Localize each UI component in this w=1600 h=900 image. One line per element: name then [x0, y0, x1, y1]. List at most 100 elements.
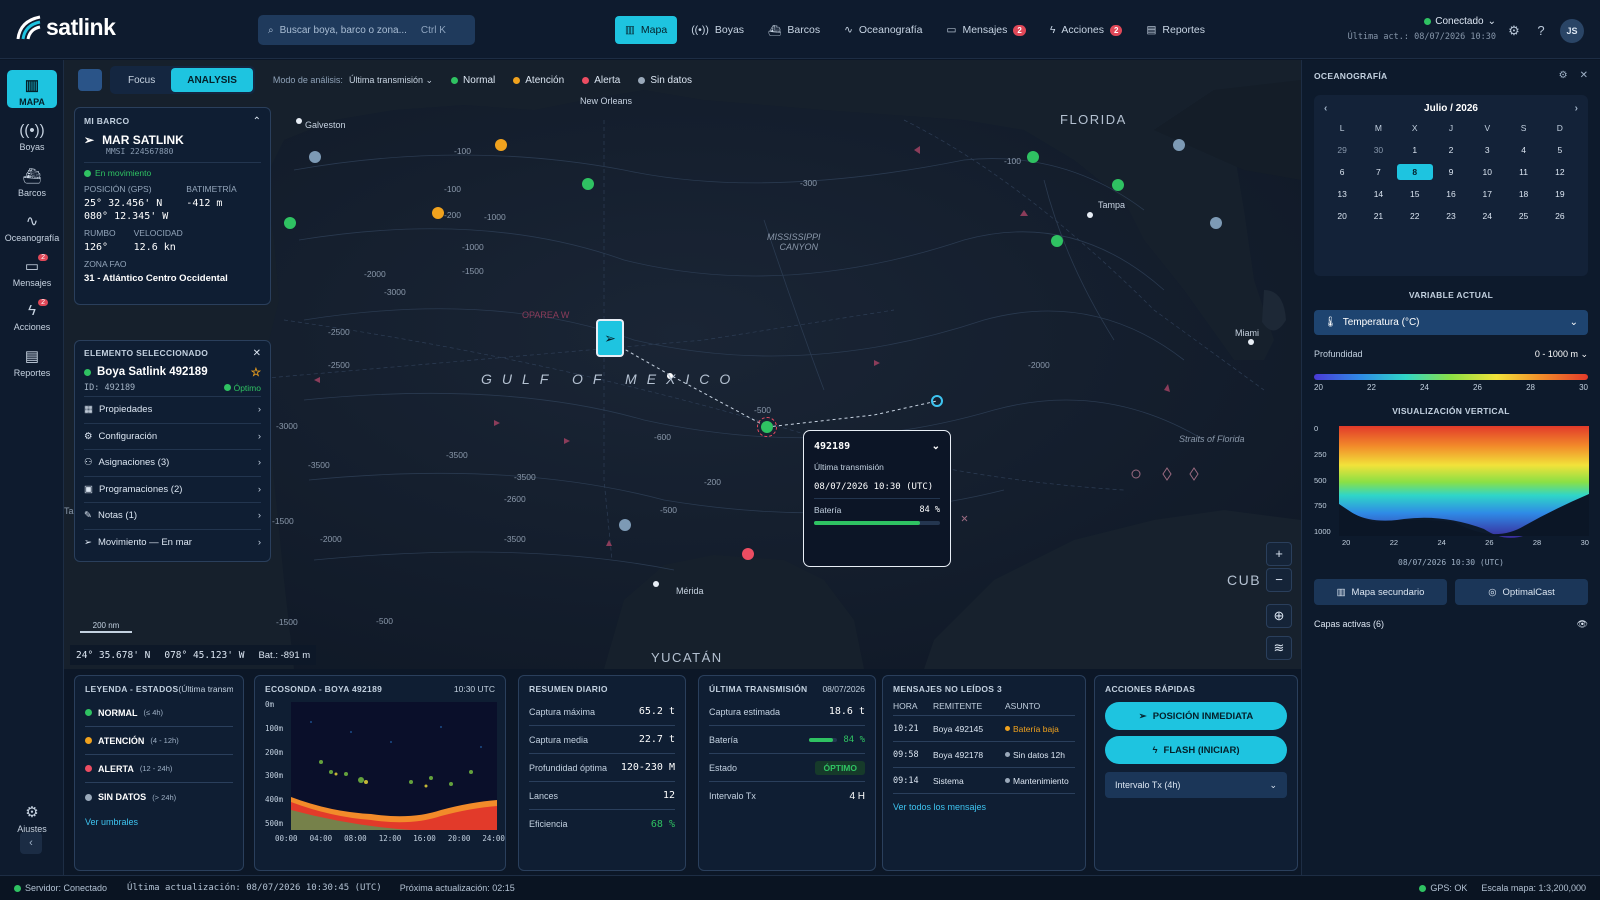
calendar-day[interactable]: 30	[1360, 145, 1396, 155]
search-input[interactable]: ⌕ Buscar boya, barco o zona... Ctrl K	[258, 15, 475, 45]
zoom-out-button[interactable]: −	[1266, 568, 1292, 592]
sidebar-item-ajustes[interactable]: ⚙ Ajustes	[7, 803, 57, 834]
menu-configuracion[interactable]: ⚙ Configuración ›	[84, 422, 261, 450]
star-icon[interactable]: ☆	[251, 365, 261, 379]
calendar-day[interactable]: 16	[1433, 189, 1469, 199]
menu-asignaciones[interactable]: ⚇ Asignaciones (3) ›	[84, 449, 261, 476]
calendar-day[interactable]: 2	[1433, 145, 1469, 155]
all-messages-link[interactable]: Ver todos los mensajes	[893, 802, 1075, 812]
depth-select[interactable]: 0 - 1000 m ⌄	[1535, 349, 1588, 360]
calendar-day[interactable]: 14	[1360, 189, 1396, 199]
calendar-day[interactable]: 19	[1542, 189, 1578, 199]
nav-reportes[interactable]: ▤ Reportes	[1136, 16, 1215, 44]
calendar-day[interactable]: 22	[1397, 211, 1433, 221]
buoy-marker-nodata[interactable]	[1210, 217, 1222, 229]
chevron-up-icon[interactable]: ⌃	[253, 116, 261, 127]
buoy-popup[interactable]: 492189 ⌄ Última transmisión 08/07/2026 10…	[803, 430, 951, 567]
message-row[interactable]: 09:58 Boya 492178 Sin datos 12h	[893, 742, 1075, 768]
sidebar-item-reportes[interactable]: ▤ Reportes	[7, 347, 57, 378]
chevron-down-icon[interactable]: ⌄	[932, 441, 940, 452]
calendar-day[interactable]: 23	[1433, 211, 1469, 221]
nav-barcos[interactable]: ⛴ Barcos	[758, 16, 830, 44]
calendar-day-selected[interactable]: 8	[1396, 164, 1433, 180]
calendar-day[interactable]: 4	[1505, 145, 1541, 155]
menu-movimiento[interactable]: ➢ Movimiento — En mar ›	[84, 528, 261, 556]
zoom-in-button[interactable]: +	[1266, 542, 1292, 566]
buoy-marker-attention[interactable]	[495, 139, 507, 151]
calendar-day[interactable]: 20	[1324, 211, 1360, 221]
nav-oceanografia[interactable]: ∿ Oceanografía	[834, 16, 932, 44]
calendar-day[interactable]: 15	[1397, 189, 1433, 199]
locate-button[interactable]: ⊕	[1266, 604, 1292, 628]
optimalcast-button[interactable]: ◎ OptimalCast	[1455, 579, 1588, 605]
sidebar-item-barcos[interactable]: ⛴ Barcos	[7, 167, 57, 198]
buoy-marker-nodata[interactable]	[619, 519, 631, 531]
buoy-marker-normal[interactable]	[1027, 151, 1039, 163]
variable-select[interactable]: 🌡︎ Temperatura (°C) ⌄	[1314, 310, 1588, 335]
buoy-marker-normal[interactable]	[284, 217, 296, 229]
calendar-day[interactable]: 24	[1469, 211, 1505, 221]
buoy-marker-selected-target[interactable]	[931, 395, 943, 407]
buoy-marker-nodata[interactable]	[1173, 139, 1185, 151]
flash-button[interactable]: ϟ FLASH (INICIAR)	[1105, 736, 1287, 764]
thresholds-link[interactable]: Ver umbrales	[85, 817, 233, 827]
calendar-day[interactable]: 21	[1360, 211, 1396, 221]
sidebar-item-mapa[interactable]: ▥ MAPA	[7, 70, 57, 108]
gear-icon[interactable]: ⚙	[1559, 70, 1568, 81]
nav-boyas[interactable]: ((•)) Boyas	[681, 16, 754, 44]
buoy-marker-attention[interactable]	[432, 207, 444, 219]
tx-interval-select[interactable]: Intervalo Tx (4h) ⌄	[1105, 772, 1287, 798]
message-row[interactable]: 10:21 Boya 492145 Batería baja	[893, 716, 1075, 742]
collapse-sidebar-button[interactable]: ‹	[20, 832, 42, 854]
nav-mensajes[interactable]: ▭ Mensajes 2	[937, 16, 1036, 44]
buoy-marker-nodata[interactable]	[309, 151, 321, 163]
buoy-marker-alert[interactable]	[742, 548, 754, 560]
menu-programaciones[interactable]: ▣ Programaciones (2) ›	[84, 475, 261, 503]
chevron-left-icon[interactable]: ‹	[1324, 103, 1327, 114]
message-row[interactable]: 09:14 Sistema Mantenimiento	[893, 768, 1075, 794]
calendar-day[interactable]: 6	[1324, 167, 1360, 177]
sidebar-item-boyas[interactable]: ((•)) Boyas	[7, 122, 57, 152]
layers-button[interactable]: ≋	[1266, 636, 1292, 660]
calendar-day[interactable]: 10	[1469, 167, 1505, 177]
calendar-day[interactable]: 26	[1542, 211, 1578, 221]
active-layers[interactable]: Capas activas (6) 👁︎	[1314, 619, 1588, 630]
calendar-day[interactable]: 12	[1542, 167, 1578, 177]
calendar-day[interactable]: 18	[1505, 189, 1541, 199]
calendar-day[interactable]: 11	[1505, 167, 1541, 177]
buoy-marker-normal[interactable]	[1112, 179, 1124, 191]
sidebar-item-mensajes[interactable]: ▭ 2 Mensajes	[7, 254, 57, 288]
logo[interactable]: satlink	[14, 13, 116, 41]
calendar-day[interactable]: 5	[1542, 145, 1578, 155]
focus-button[interactable]: Focus	[112, 68, 171, 92]
calendar-day[interactable]: 7	[1360, 167, 1396, 177]
help-icon[interactable]: ?	[1533, 23, 1549, 39]
chevron-right-icon[interactable]: ›	[1575, 103, 1578, 114]
calendar-day[interactable]: 29	[1324, 145, 1360, 155]
connection-status[interactable]: Conectado ⌄ Última act.: 08/07/2026 10:30	[1346, 16, 1496, 42]
buoy-marker-selected[interactable]	[757, 417, 777, 437]
avatar[interactable]: JS	[1560, 19, 1584, 43]
map-mode-toggle[interactable]	[78, 69, 102, 91]
sidebar-item-acciones[interactable]: ϟ 2 Acciones	[7, 299, 57, 332]
secondary-map-button[interactable]: ▥ Mapa secundario	[1314, 579, 1447, 605]
vessel-marker[interactable]: ➢	[596, 319, 624, 357]
calendar-day[interactable]: 9	[1433, 167, 1469, 177]
calendar-day[interactable]: 13	[1324, 189, 1360, 199]
analysis-button[interactable]: ANALYSIS	[171, 68, 253, 92]
calendar-day[interactable]: 25	[1505, 211, 1541, 221]
buoy-marker-normal[interactable]	[1051, 235, 1063, 247]
analysis-mode-select[interactable]: Última transmisión ⌄	[349, 75, 433, 86]
nav-acciones[interactable]: ϟ Acciones 2	[1040, 16, 1133, 44]
calendar-day[interactable]: 3	[1469, 145, 1505, 155]
gear-icon[interactable]: ⚙	[1506, 23, 1522, 39]
calendar-day[interactable]: 1	[1397, 145, 1433, 155]
menu-propiedades[interactable]: ▦ Propiedades ›	[84, 396, 261, 423]
calendar-day[interactable]: 17	[1469, 189, 1505, 199]
nav-mapa[interactable]: ▥ Mapa	[615, 16, 678, 44]
buoy-marker-normal[interactable]	[582, 178, 594, 190]
immediate-position-button[interactable]: ➢ POSICIÓN INMEDIATA	[1105, 702, 1287, 730]
sidebar-item-oceanografia[interactable]: ∿ Oceanografía	[0, 212, 64, 243]
close-icon[interactable]: ✕	[253, 348, 261, 359]
menu-notas[interactable]: ✎ Notas (1) ›	[84, 502, 261, 529]
